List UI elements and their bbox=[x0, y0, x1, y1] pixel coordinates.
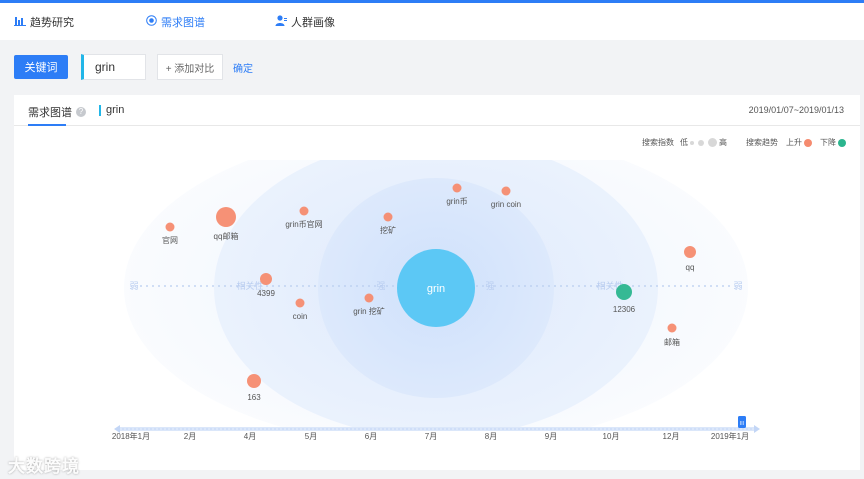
nav-label: 需求图谱 bbox=[161, 16, 205, 29]
legend-down-label: 下降 bbox=[820, 138, 836, 147]
nav-demand-graph[interactable]: 需求图谱 bbox=[146, 3, 205, 40]
card-header: 需求图谱 ? grin 2019/01/07~2019/01/13 bbox=[14, 95, 860, 126]
help-icon[interactable]: ? bbox=[76, 107, 86, 117]
down-dot bbox=[838, 138, 846, 147]
tab-active-indicator bbox=[28, 124, 66, 126]
keyword-input[interactable]: grin bbox=[81, 54, 146, 80]
size-dot-small bbox=[690, 140, 694, 145]
size-dot-large bbox=[708, 138, 717, 147]
legend-up-label: 上升 bbox=[786, 138, 802, 147]
tab-demand-graph[interactable]: 需求图谱 ? bbox=[28, 104, 86, 120]
user-icon bbox=[275, 14, 287, 29]
search-trend-legend: 搜索趋势 上升 下降 bbox=[746, 137, 848, 148]
watermark: 大数跨境 bbox=[8, 457, 80, 476]
demand-graph-card: 需求图谱 ? grin 2019/01/07~2019/01/13 搜索指数 低… bbox=[14, 95, 860, 470]
keyword-tag: grin bbox=[99, 105, 124, 116]
nav-trend-research[interactable]: 趋势研究 bbox=[14, 3, 74, 40]
legend-low-label: 低 bbox=[680, 138, 688, 147]
size-dot-medium bbox=[698, 139, 704, 146]
keyword-button[interactable]: 关键词 bbox=[14, 55, 68, 79]
legend-high-label: 高 bbox=[719, 138, 727, 147]
keyword-toolbar: 关键词 grin + 添加对比 确定 bbox=[0, 40, 864, 92]
legend-trend-label: 搜索趋势 bbox=[746, 138, 778, 147]
legend-search-index-label: 搜索指数 bbox=[642, 138, 674, 147]
tab-label: 需求图谱 bbox=[28, 107, 72, 119]
nav-label: 人群画像 bbox=[291, 16, 335, 29]
search-index-legend: 搜索指数 低 高 bbox=[642, 137, 727, 148]
nav-label: 趋势研究 bbox=[30, 16, 74, 29]
confirm-link[interactable]: 确定 bbox=[233, 60, 253, 75]
nav-audience-profile[interactable]: 人群画像 bbox=[275, 3, 335, 40]
chart-icon bbox=[14, 15, 26, 29]
date-range[interactable]: 2019/01/07~2019/01/13 bbox=[749, 105, 844, 115]
up-dot bbox=[804, 138, 812, 147]
radar-icon bbox=[146, 14, 157, 29]
add-compare-button[interactable]: + 添加对比 bbox=[157, 54, 223, 80]
top-nav: 趋势研究 需求图谱 人群画像 bbox=[0, 3, 864, 40]
